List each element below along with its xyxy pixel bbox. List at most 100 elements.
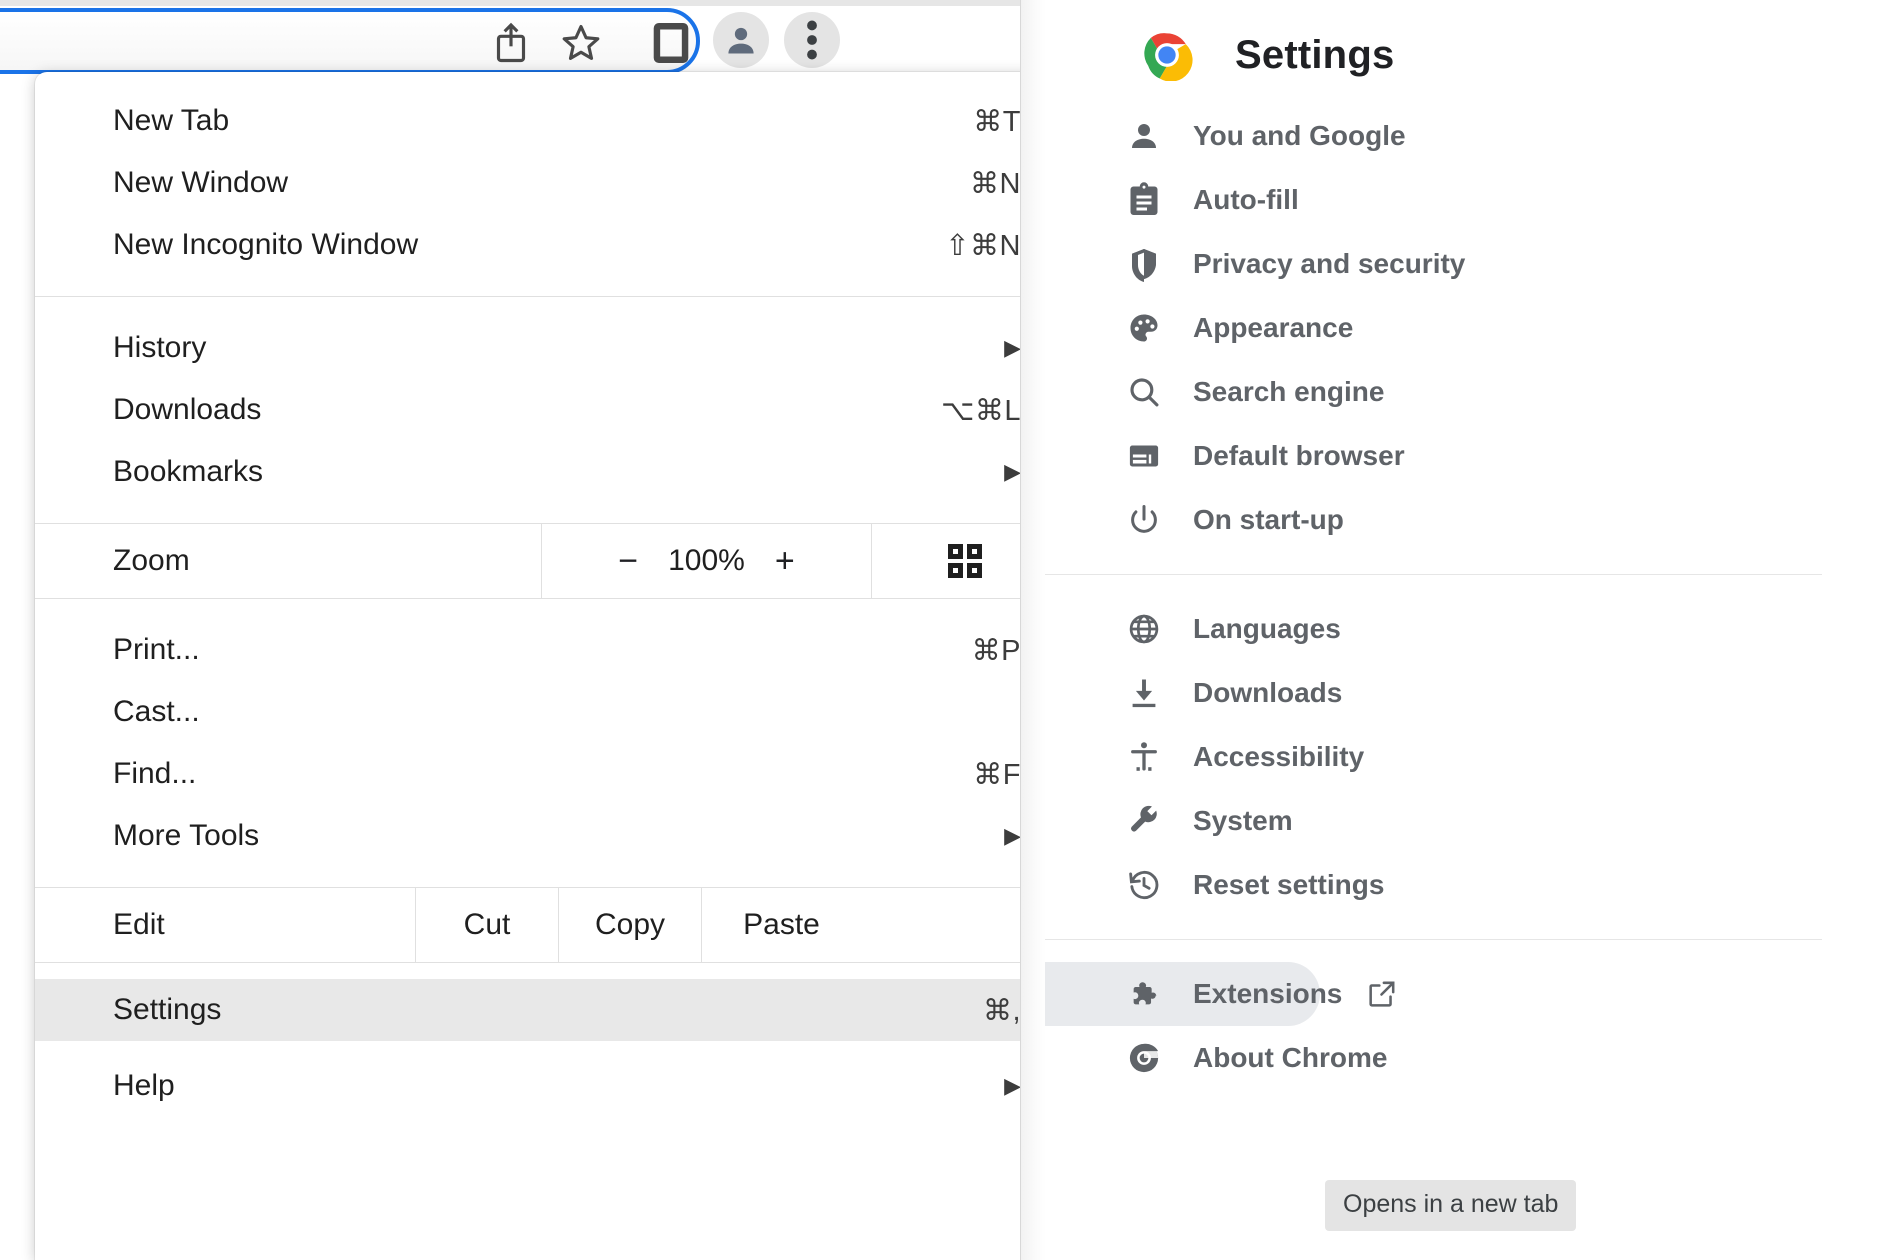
paste-button[interactable]: Paste	[701, 888, 861, 962]
settings-header: Settings	[1045, 0, 1900, 110]
sidebar-item-label: You and Google	[1193, 120, 1406, 151]
sidebar-item-label: On start-up	[1193, 504, 1344, 535]
nav-group-divider	[1045, 574, 1822, 575]
bookmark-star-icon[interactable]	[558, 18, 604, 68]
cut-label: Cut	[463, 908, 511, 941]
zoom-label-cell: Zoom	[35, 524, 541, 598]
sidebar-item-label: Languages	[1193, 613, 1341, 644]
shield-icon	[1123, 243, 1165, 285]
puzzle-icon	[1123, 973, 1165, 1015]
sidebar-item-languages[interactable]: Languages	[1045, 597, 1900, 661]
sidebar-item-label: Search engine	[1193, 376, 1385, 407]
panel-left-edge	[1020, 0, 1046, 1260]
globe-icon	[1123, 608, 1165, 650]
menu-item-label: Cast...	[113, 695, 200, 728]
sidebar-item-privacy-and-security[interactable]: Privacy and security	[1045, 232, 1900, 296]
chevron-right-icon: ▶	[1004, 335, 1021, 360]
search-icon	[1123, 371, 1165, 413]
sidebar-item-label: Appearance	[1193, 312, 1354, 343]
menu-item-label: Print...	[113, 633, 200, 666]
menu-item-new-tab[interactable]: New Tab ⌘T	[35, 90, 1057, 152]
menu-item-settings[interactable]: Settings ⌘,	[35, 979, 1057, 1041]
sidebar-item-label: About Chrome	[1193, 1042, 1388, 1073]
menu-item-shortcut: ⌘,	[982, 994, 1021, 1027]
menu-item-shortcut: ⌥⌘L	[940, 394, 1021, 427]
power-icon	[1123, 499, 1165, 541]
sidebar-item-label: Default browser	[1193, 440, 1405, 471]
menu-item-label: Bookmarks	[113, 455, 264, 488]
chrome-circle-icon	[1123, 1037, 1165, 1079]
sidebar-item-appearance[interactable]: Appearance	[1045, 296, 1900, 360]
sidebar-item-extensions[interactable]: Extensions	[1045, 962, 1395, 1026]
menu-item-label: Help	[113, 1069, 175, 1102]
palette-icon	[1123, 307, 1165, 349]
sidebar-item-accessibility[interactable]: Accessibility	[1045, 725, 1900, 789]
sidebar-item-label: System	[1193, 805, 1293, 836]
browser-window-icon	[1123, 435, 1165, 477]
sidebar-item-label: Downloads	[1193, 677, 1343, 708]
sidebar-item-downloads[interactable]: Downloads	[1045, 661, 1900, 725]
person-icon	[1123, 115, 1165, 157]
paste-label: Paste	[743, 908, 820, 941]
toolbar-top-divider	[0, 0, 1060, 6]
menu-item-help[interactable]: Help ▶	[35, 1055, 1057, 1117]
sidebar-item-label: Reset settings	[1193, 869, 1385, 900]
menu-item-bookmarks[interactable]: Bookmarks ▶	[35, 441, 1057, 503]
external-link-icon	[1366, 978, 1398, 1010]
fullscreen-icon	[947, 544, 982, 578]
cut-button[interactable]: Cut	[415, 888, 558, 962]
sidebar-item-about-chrome[interactable]: About Chrome	[1045, 1026, 1900, 1090]
menu-item-label: Downloads	[113, 393, 262, 426]
clipboard-icon	[1123, 179, 1165, 221]
zoom-in-button[interactable]: +	[775, 542, 795, 581]
zoom-controls: − 100% +	[541, 524, 871, 598]
chrome-logo	[1141, 29, 1193, 82]
menu-top-padding	[35, 72, 1057, 90]
side-panel-icon[interactable]	[648, 18, 694, 68]
download-icon	[1123, 672, 1165, 714]
sidebar-item-label: Privacy and security	[1193, 248, 1466, 279]
menu-item-downloads[interactable]: Downloads ⌥⌘L	[35, 379, 1057, 441]
edit-label: Edit	[113, 908, 165, 941]
sidebar-item-auto-fill[interactable]: Auto-fill	[1045, 168, 1900, 232]
menu-item-label: History	[113, 331, 207, 364]
menu-item-history[interactable]: History ▶	[35, 317, 1057, 379]
menu-item-label: New Window	[113, 166, 289, 199]
menu-item-label: More Tools	[113, 819, 260, 852]
menu-item-more-tools[interactable]: More Tools ▶	[35, 805, 1057, 867]
sidebar-item-label: Auto-fill	[1193, 184, 1299, 215]
menu-item-print[interactable]: Print... ⌘P	[35, 619, 1057, 681]
menu-row-edit: Edit Cut Copy Paste	[35, 888, 1057, 962]
sidebar-item-on-start-up[interactable]: On start-up	[1045, 488, 1900, 552]
copy-label: Copy	[594, 908, 666, 941]
sidebar-item-system[interactable]: System	[1045, 789, 1900, 853]
sidebar-item-default-browser[interactable]: Default browser	[1045, 424, 1900, 488]
sidebar-item-reset-settings[interactable]: Reset settings	[1045, 853, 1900, 917]
menu-item-cast[interactable]: Cast...	[35, 681, 1057, 743]
menu-item-label: Settings	[113, 993, 222, 1026]
three-dot-menu-icon[interactable]	[784, 12, 840, 68]
menu-item-shortcut: ⌘P	[971, 634, 1021, 667]
menu-row-zoom: Zoom − 100% +	[35, 524, 1057, 598]
menu-item-shortcut: ⇧⌘N	[945, 229, 1021, 262]
wrench-icon	[1123, 800, 1165, 842]
sidebar-item-label: Extensions	[1193, 978, 1343, 1009]
menu-item-shortcut: ⌘T	[973, 105, 1021, 138]
menu-item-label: Find...	[113, 757, 197, 790]
chevron-right-icon: ▶	[1004, 1073, 1021, 1098]
menu-item-shortcut: ⌘F	[973, 758, 1021, 791]
menu-item-find[interactable]: Find... ⌘F	[35, 743, 1057, 805]
sidebar-item-search-engine[interactable]: Search engine	[1045, 360, 1900, 424]
history-restore-icon	[1123, 864, 1165, 906]
copy-button[interactable]: Copy	[558, 888, 701, 962]
menu-item-new-incognito-window[interactable]: New Incognito Window ⇧⌘N	[35, 214, 1057, 276]
sidebar-item-you-and-google[interactable]: You and Google	[1045, 104, 1900, 168]
menu-item-new-window[interactable]: New Window ⌘N	[35, 152, 1057, 214]
nav-group-divider	[1045, 939, 1822, 940]
share-icon[interactable]	[488, 18, 534, 68]
zoom-out-button[interactable]: −	[618, 542, 638, 581]
menu-item-label: New Incognito Window	[113, 228, 419, 261]
screen: New Tab ⌘T New Window ⌘N New Incognito W…	[0, 0, 1900, 1260]
chevron-right-icon: ▶	[1004, 459, 1021, 484]
profile-avatar-icon[interactable]	[713, 12, 769, 68]
